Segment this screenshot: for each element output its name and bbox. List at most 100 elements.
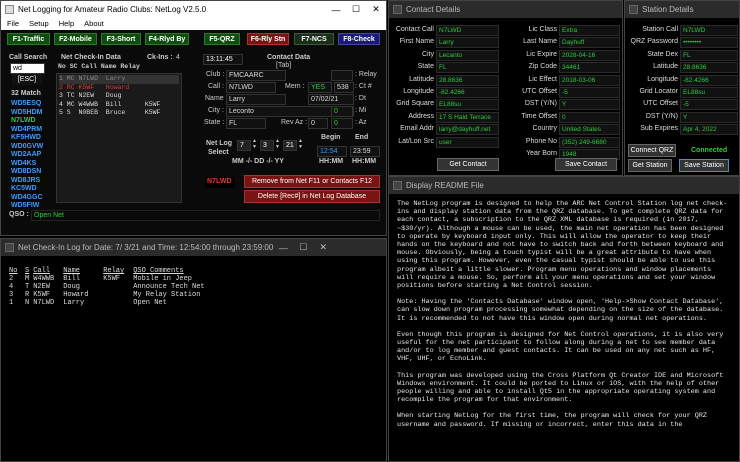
log-minimize-icon[interactable]: — xyxy=(273,243,293,253)
name-field[interactable]: Larry xyxy=(226,94,286,105)
match-list-item[interactable]: WD5ESQ xyxy=(11,100,49,109)
match-list-item[interactable]: WD4PRM xyxy=(11,126,49,135)
menu-about[interactable]: About xyxy=(84,18,104,30)
day-spin-arrows-icon[interactable]: ▲ ▼ xyxy=(275,138,280,150)
log-row[interactable]: 2 M W4WWB Bill K5WF Mobile in Jeep xyxy=(9,275,223,283)
match-list-item[interactable]: KC5WD xyxy=(11,185,49,194)
year-spin-arrows-icon[interactable]: ▲ ▼ xyxy=(298,138,303,150)
f1-traffic-button[interactable]: F1-Traffic xyxy=(7,33,50,45)
contact-field-value[interactable]: 17 S Hald Terrace xyxy=(436,111,499,123)
qso-field[interactable]: Open Net xyxy=(31,210,380,221)
checkin-row[interactable]: 4 MC W4WWB Bill K5WF xyxy=(59,101,179,110)
station-field-value[interactable]: N7LWD xyxy=(680,25,738,36)
log-close-icon[interactable]: ✕ xyxy=(313,242,333,253)
close-icon[interactable]: ✕ xyxy=(366,4,386,15)
log-maximize-icon[interactable]: ☐ xyxy=(293,242,313,253)
contact-field-value[interactable]: Larry xyxy=(436,37,499,49)
relay-field[interactable] xyxy=(331,70,353,81)
get-contact-button[interactable]: Get Contact xyxy=(437,158,499,171)
connect-qrz-button[interactable]: Connect QRZ xyxy=(628,144,676,157)
station-field-value[interactable]: EL88su xyxy=(680,86,738,98)
station-field-value[interactable]: •••••••• xyxy=(680,37,738,49)
esc-button[interactable]: [ESC] xyxy=(12,74,42,85)
station-field-value[interactable]: Y xyxy=(680,111,738,123)
match-list-item[interactable]: WD2AAP xyxy=(11,151,49,160)
match-list-item[interactable]: KF5HWD xyxy=(11,134,49,143)
station-field-value[interactable]: Apr 4, 2022 xyxy=(680,124,738,136)
menu-help[interactable]: Help xyxy=(59,18,74,30)
save-contact-button[interactable]: Save Contact xyxy=(555,158,617,171)
club-field[interactable]: FMCAARC xyxy=(226,70,286,81)
menu-setup[interactable]: Setup xyxy=(29,18,49,30)
match-list-item[interactable]: WD8JRS xyxy=(11,177,49,186)
minimize-icon[interactable]: — xyxy=(326,5,346,15)
contact-field-value[interactable]: 2018-03-06 xyxy=(559,74,620,86)
contact-field-value[interactable]: user xyxy=(436,136,499,148)
contact-field-value[interactable]: FL xyxy=(436,62,499,74)
maximize-icon[interactable]: ☐ xyxy=(346,4,366,15)
day-spinner[interactable]: 3 xyxy=(260,140,274,151)
match-list-item[interactable]: WD5HDM xyxy=(11,109,49,118)
match-list-item[interactable]: N7LWD xyxy=(11,117,49,126)
contact-field-label: Lic Effect xyxy=(528,75,557,83)
save-station-button[interactable]: Save Station xyxy=(679,159,729,172)
state-field[interactable]: FL xyxy=(226,118,266,129)
f4-relayed-by-button[interactable]: F4-Rlyd By xyxy=(145,33,189,45)
contact-row: Lic Class Extra xyxy=(501,25,622,37)
contact-field-value[interactable]: Dayhuff xyxy=(559,37,620,49)
readme-paragraph: When starting NetLog for the first time,… xyxy=(397,412,707,429)
f2-mobile-button[interactable]: F2-Mobile xyxy=(54,33,97,45)
contact-field-value[interactable]: -5 xyxy=(559,86,620,98)
station-field-label: Station Call xyxy=(642,26,678,33)
station-field-value[interactable]: -5 xyxy=(680,99,738,111)
contact-field-value[interactable]: United States xyxy=(559,124,620,136)
log-row[interactable]: 1 N N7LWD Larry Open Net xyxy=(9,299,223,307)
remove-from-net-button[interactable]: Remove from Net F11 or Contacts F12 xyxy=(244,175,380,188)
call-search-input[interactable]: wd xyxy=(10,63,45,74)
checkin-row[interactable]: 3 TC N2EW Doug xyxy=(59,92,179,101)
readme-text[interactable]: The NetLog program is designed to help t… xyxy=(389,194,739,461)
log-row[interactable]: 4 T N2EW Doug Announce Tech Net xyxy=(9,283,223,291)
readme-paragraph: Even though this program is designed for… xyxy=(397,330,724,364)
contact-field-value[interactable]: Lecanto xyxy=(436,49,499,61)
contact-field-value[interactable]: N7LWD xyxy=(436,25,499,36)
f3-short-button[interactable]: F3-Short xyxy=(101,33,141,45)
match-list-item[interactable]: WD4KS xyxy=(11,160,49,169)
f7-ncs-button[interactable]: F7-NCS xyxy=(294,33,334,45)
contact-field-value[interactable]: 2028-04-16 xyxy=(559,49,620,61)
station-field-value[interactable]: FL xyxy=(680,49,738,61)
checkin-row[interactable]: 5 S N0BEB Bruce K5WF xyxy=(59,109,179,118)
log-row[interactable]: 3 R K5WF Howard My Relay Station xyxy=(9,291,223,299)
match-list-item[interactable]: WD4GGC xyxy=(11,194,49,203)
menu-file[interactable]: File xyxy=(7,18,19,30)
checkin-row[interactable]: 1 MC N7LWD Larry xyxy=(59,75,179,84)
f5-qrz-button[interactable]: F5-QRZ xyxy=(204,33,240,45)
contact-field-value[interactable]: 34461 xyxy=(559,62,620,74)
begin-time-field[interactable]: 12:54 xyxy=(317,146,347,157)
month-spinner[interactable]: 7 xyxy=(237,140,251,151)
year-spinner[interactable]: 21 xyxy=(283,140,297,151)
end-time-field[interactable]: 23:59 xyxy=(350,146,380,157)
checkin-row[interactable]: 2 RC K5WF Howard xyxy=(59,84,179,93)
contact-field-value[interactable]: 0 xyxy=(559,111,620,123)
contact-field-value[interactable]: 28.8636 xyxy=(436,74,499,86)
contact-field-value[interactable]: -82.4266 xyxy=(436,86,499,98)
get-station-button[interactable]: Get Station xyxy=(628,159,672,172)
contact-field-value[interactable]: Extra xyxy=(559,25,620,36)
contact-field-value[interactable]: EL88su xyxy=(436,99,499,111)
contact-field-value[interactable]: Y xyxy=(559,99,620,111)
delete-record-button[interactable]: Delete [Rec#] in Net Log Database xyxy=(244,190,380,203)
f8-check-button[interactable]: F8-Check xyxy=(338,33,380,45)
month-spin-arrows-icon[interactable]: ▲ ▼ xyxy=(252,138,257,150)
station-field-value[interactable]: -82.4266 xyxy=(680,74,738,86)
checkin-list[interactable]: 1 MC N7LWD Larry 2 RC K5WF Howard 3 TC N2E… xyxy=(56,73,182,203)
contact-field-value[interactable]: (352) 249-6680 xyxy=(559,136,620,148)
city-label: City : xyxy=(208,107,224,114)
call-field[interactable]: N7LWD xyxy=(226,82,276,93)
f6-relay-station-button[interactable]: F6-Rly Stn xyxy=(247,33,289,45)
match-list-item[interactable]: WD8DSN xyxy=(11,168,49,177)
contact-field-label: Grid Square xyxy=(396,100,434,108)
match-list-item[interactable]: WD0GVW xyxy=(11,143,49,152)
contact-field-value[interactable]: larry@dayhuff.net xyxy=(436,124,499,136)
station-field-value[interactable]: 28.8636 xyxy=(680,62,738,74)
